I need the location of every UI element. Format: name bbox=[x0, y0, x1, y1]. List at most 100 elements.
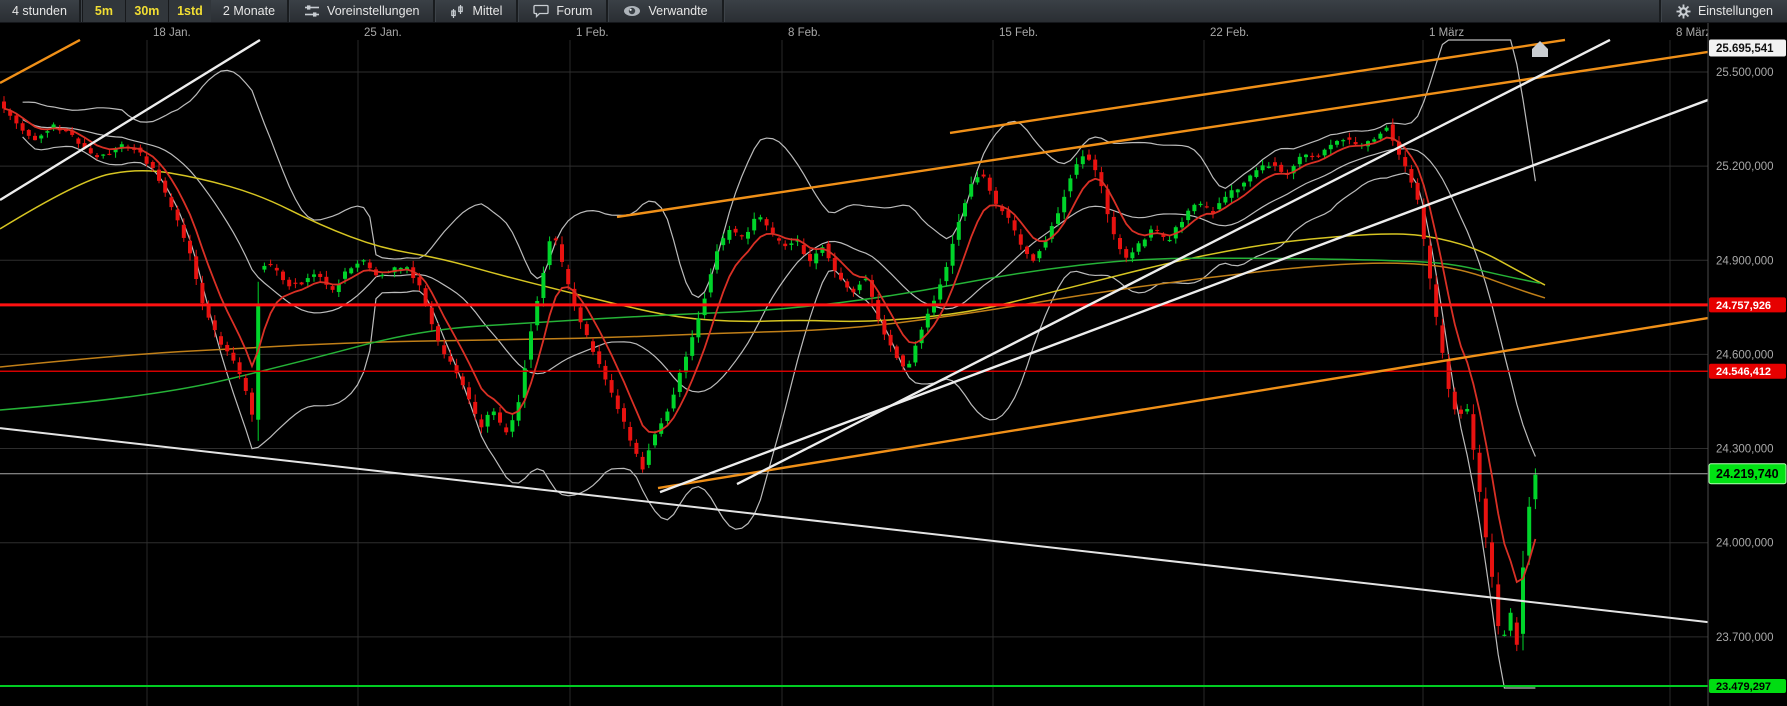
range-button[interactable]: 2 Monate bbox=[211, 0, 287, 22]
candle-body bbox=[101, 155, 105, 156]
settings-button[interactable]: Einstellungen bbox=[1662, 0, 1787, 22]
candle-body bbox=[1310, 156, 1314, 157]
presets-button[interactable]: Voreinstellungen bbox=[290, 0, 433, 22]
candle-body bbox=[349, 268, 353, 273]
candle-body bbox=[176, 210, 180, 221]
candle-body bbox=[281, 272, 285, 280]
candle-body bbox=[975, 177, 979, 182]
candle-body bbox=[1453, 392, 1457, 410]
svg-text:15 Feb.: 15 Feb. bbox=[999, 27, 1038, 39]
candle-body bbox=[498, 412, 502, 422]
candle-body bbox=[231, 353, 235, 361]
candle-body bbox=[1025, 247, 1029, 254]
candle-body bbox=[1329, 145, 1333, 149]
toolbar: 4 stunden 5m 30m 1std 2 Monate Voreinste… bbox=[0, 0, 1787, 23]
candle-body bbox=[45, 131, 49, 133]
candle-body bbox=[1341, 140, 1345, 141]
candle-body bbox=[616, 396, 620, 410]
candle-body bbox=[783, 244, 787, 246]
candle-body bbox=[1372, 139, 1376, 141]
price-badge-label: 24.757,926 bbox=[1716, 300, 1771, 312]
candle-body bbox=[938, 284, 942, 299]
candle-body bbox=[851, 289, 855, 293]
candle-body bbox=[634, 443, 638, 454]
forum-button[interactable]: Forum bbox=[519, 0, 606, 22]
candle-body bbox=[1137, 243, 1141, 251]
speech-bubble-icon bbox=[533, 4, 549, 18]
candle-body bbox=[510, 420, 514, 431]
candle-body bbox=[1279, 165, 1283, 172]
candle-body bbox=[1298, 157, 1302, 164]
candle-body bbox=[802, 245, 806, 254]
candlestick-icon bbox=[450, 4, 465, 19]
candle-body bbox=[1422, 206, 1426, 239]
candle-body bbox=[1130, 252, 1134, 258]
candle-body bbox=[597, 351, 601, 364]
candle-body bbox=[1261, 165, 1265, 170]
candle-body bbox=[2, 102, 6, 109]
candle-body bbox=[213, 320, 217, 330]
candle-body bbox=[14, 115, 18, 123]
candle-body bbox=[1062, 197, 1066, 212]
candle-body bbox=[771, 228, 775, 233]
candle-body bbox=[430, 308, 434, 325]
candle-body bbox=[579, 307, 583, 322]
candle-body bbox=[1013, 220, 1017, 230]
candle-body bbox=[169, 197, 173, 207]
candle-body bbox=[479, 419, 483, 427]
candle-body bbox=[244, 378, 248, 391]
candle-body bbox=[287, 280, 291, 287]
candle-body bbox=[665, 412, 669, 421]
candle-body bbox=[541, 273, 545, 298]
svg-text:24.300,000: 24.300,000 bbox=[1716, 444, 1774, 456]
candle-body bbox=[368, 263, 372, 269]
candle-body bbox=[1075, 164, 1079, 175]
trading-app: 18 Jan.25 Jan.1 Feb.8 Feb.15 Feb.22 Feb.… bbox=[0, 0, 1787, 706]
candle-body bbox=[1465, 409, 1469, 412]
candle-body bbox=[715, 251, 719, 269]
candle-body bbox=[1217, 203, 1221, 209]
candle-body bbox=[238, 362, 242, 374]
candle-body bbox=[1416, 183, 1420, 200]
sliders-icon bbox=[304, 4, 320, 18]
price-chart[interactable]: 18 Jan.25 Jan.1 Feb.8 Feb.15 Feb.22 Feb.… bbox=[0, 0, 1787, 706]
timeframe-1std-button[interactable]: 1std bbox=[168, 0, 211, 22]
timeframe-5m-button[interactable]: 5m bbox=[82, 0, 125, 22]
candle-body bbox=[554, 238, 558, 240]
gear-icon bbox=[1676, 4, 1691, 19]
related-button[interactable]: Verwandte bbox=[609, 0, 721, 22]
candle-body bbox=[318, 274, 322, 277]
settings-label: Einstellungen bbox=[1698, 4, 1773, 18]
candle-body bbox=[1428, 246, 1432, 279]
candle-body bbox=[1143, 240, 1147, 247]
candle-body bbox=[833, 258, 837, 271]
candle-body bbox=[343, 272, 347, 279]
candle-body bbox=[610, 380, 614, 393]
candle-body bbox=[1347, 137, 1351, 139]
candle-body bbox=[709, 274, 713, 292]
timeframe-30m-button[interactable]: 30m bbox=[125, 0, 168, 22]
candle-body bbox=[163, 181, 167, 193]
chart-background bbox=[0, 22, 1787, 706]
candle-body bbox=[355, 264, 359, 268]
candle-body bbox=[455, 365, 459, 373]
candle-body bbox=[628, 427, 632, 441]
candle-body bbox=[1236, 189, 1240, 192]
timeframe-active-button[interactable]: 4 stunden bbox=[0, 0, 79, 22]
candle-body bbox=[1533, 475, 1537, 500]
candle-body bbox=[1273, 162, 1277, 166]
candle-body bbox=[647, 450, 651, 465]
candle-body bbox=[1180, 222, 1184, 227]
candle-body bbox=[969, 184, 973, 197]
candle-body bbox=[89, 148, 93, 153]
svg-text:1 März: 1 März bbox=[1429, 27, 1464, 39]
candle-body bbox=[1056, 213, 1060, 224]
candle-body bbox=[504, 427, 508, 432]
candle-body bbox=[982, 175, 986, 177]
candle-body bbox=[1434, 284, 1438, 316]
candle-body bbox=[1403, 157, 1407, 166]
candle-body bbox=[95, 155, 99, 157]
means-button[interactable]: Mittel bbox=[436, 0, 516, 22]
candle-body bbox=[1378, 134, 1382, 139]
candle-body bbox=[560, 244, 564, 262]
